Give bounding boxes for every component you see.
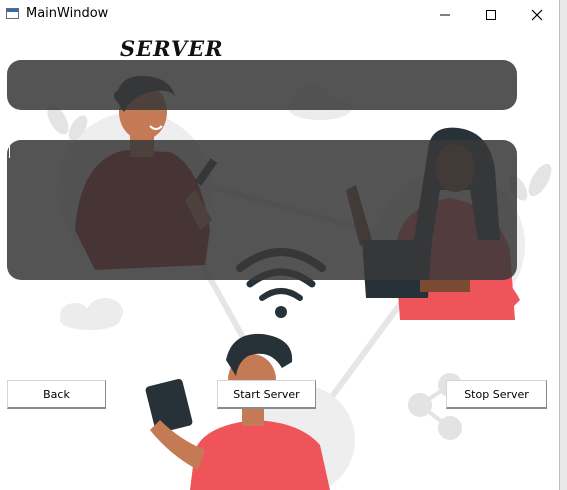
page-title: SERVER [120, 36, 224, 61]
maximize-icon [486, 10, 496, 20]
minimize-icon [440, 14, 450, 16]
minimize-button[interactable] [422, 0, 468, 30]
window-title: MainWindow [26, 6, 109, 21]
stop-server-button[interactable]: Stop Server [446, 380, 547, 409]
maximize-button[interactable] [468, 0, 514, 30]
server-log-panel[interactable] [7, 140, 517, 280]
back-button[interactable]: Back [7, 380, 106, 409]
title-bar: MainWindow [0, 0, 559, 30]
text-cursor [9, 146, 10, 158]
main-window: SERVER Back Start Server Stop Server Mai… [0, 0, 559, 490]
server-status-panel [7, 60, 517, 110]
background-window-edge [559, 0, 567, 490]
start-server-button[interactable]: Start Server [217, 380, 316, 409]
close-icon [531, 9, 543, 21]
close-button[interactable] [514, 0, 559, 30]
app-window-icon [6, 8, 19, 19]
